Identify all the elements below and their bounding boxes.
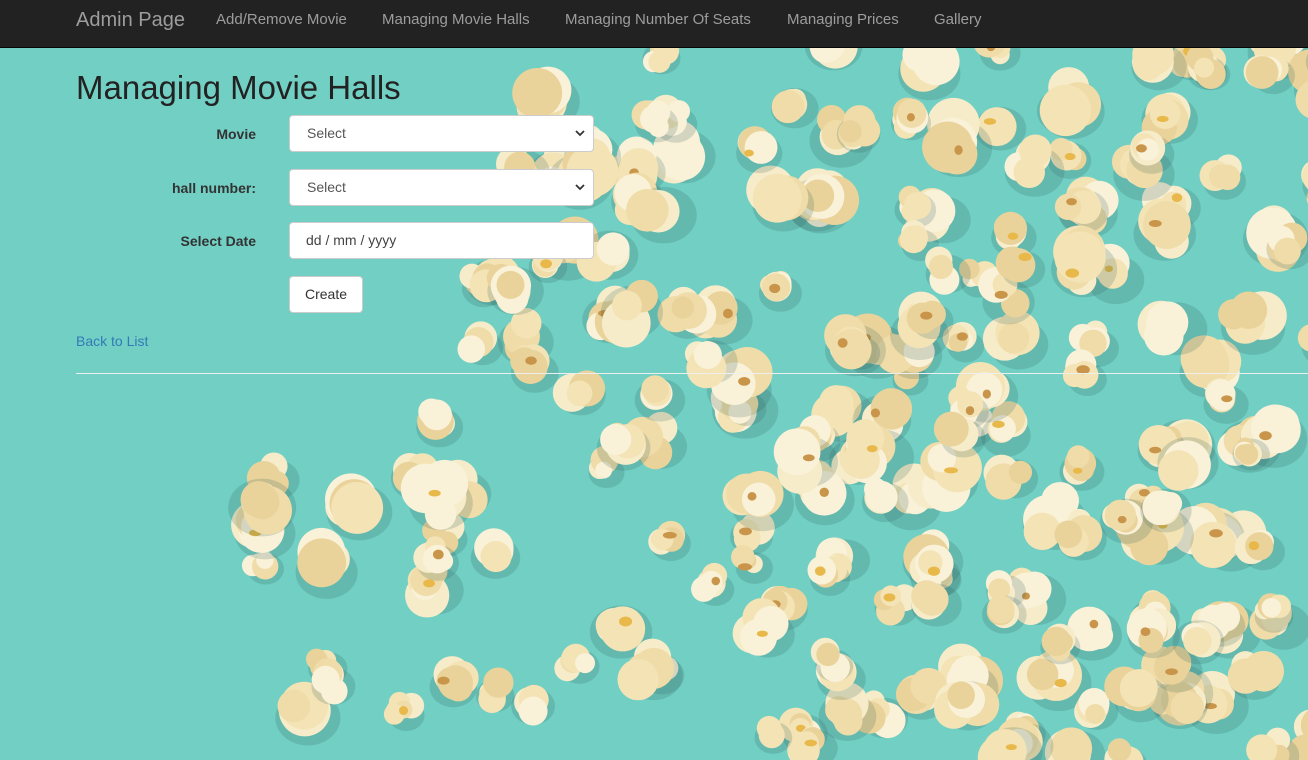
nav-gallery[interactable]: Gallery <box>934 11 982 29</box>
date-input-placeholder: dd / mm / yyyy <box>306 232 397 248</box>
brand-link[interactable]: Admin Page <box>76 8 185 32</box>
nav-managing-movie-halls[interactable]: Managing Movie Halls <box>382 11 530 29</box>
top-navbar: Admin Page Add/Remove Movie Managing Mov… <box>0 0 1308 48</box>
date-input[interactable]: dd / mm / yyyy <box>289 222 594 259</box>
nav-managing-prices[interactable]: Managing Prices <box>787 11 899 29</box>
footer-divider <box>76 373 1308 374</box>
movie-label: Movie <box>216 126 256 142</box>
create-button[interactable]: Create <box>289 276 363 313</box>
back-to-list-link[interactable]: Back to List <box>76 331 148 351</box>
nav-managing-number-of-seats[interactable]: Managing Number Of Seats <box>565 11 751 29</box>
movie-select-value: Select <box>307 125 346 141</box>
chevron-down-icon <box>575 184 585 191</box>
hall-number-select[interactable]: Select <box>289 169 594 206</box>
select-date-label: Select Date <box>180 233 256 249</box>
hall-number-label: hall number: <box>171 180 256 196</box>
hall-number-select-value: Select <box>307 179 346 195</box>
movie-select[interactable]: Select <box>289 115 594 152</box>
nav-add-remove-movie[interactable]: Add/Remove Movie <box>216 11 347 29</box>
page-title: Managing Movie Halls <box>76 69 401 106</box>
main-content: Managing Movie Halls Movie Select hall n… <box>0 48 1308 760</box>
chevron-down-icon <box>575 130 585 137</box>
